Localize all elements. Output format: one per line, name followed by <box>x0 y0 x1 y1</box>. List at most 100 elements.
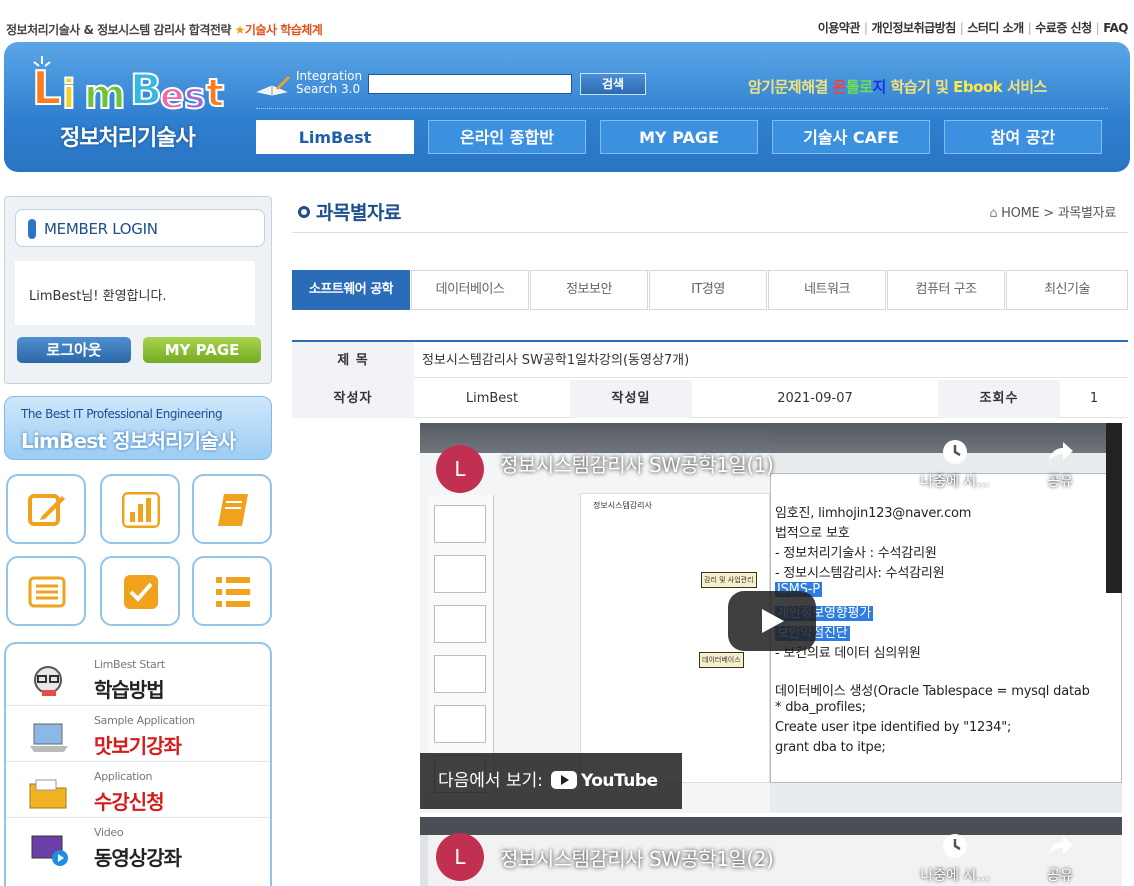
chevron-right-icon: > <box>1043 206 1054 221</box>
logout-button[interactable]: 로그아웃 <box>17 337 131 363</box>
author-label: 작성자 <box>292 380 414 418</box>
certificate-link[interactable]: 수료증 신청 <box>1035 21 1092 35</box>
utility-links: 이용약관 | 개인정보취급방침 | 스터디 소개 | 수료증 신청 | FAQ <box>817 21 1129 35</box>
youtube-wordmark: YouTube <box>580 771 658 791</box>
share-button[interactable]: 공유 <box>1032 831 1088 886</box>
share-arrow-icon <box>1049 442 1073 461</box>
tab-it-management[interactable]: IT경영 <box>649 270 767 310</box>
channel-avatar[interactable]: L <box>436 833 484 881</box>
watch-later-button[interactable]: 나중에 시... <box>912 831 998 886</box>
clock-icon <box>943 440 967 464</box>
search-label: Integration Search 3.0 <box>296 70 366 96</box>
site-slogan: 정보처리기술사 & 정보시스템 감리사 합격전략 ★기술사 학습체계 <box>6 21 323 38</box>
video-title[interactable]: 정보시스템감리사 SW공학1일(2) <box>500 843 774 872</box>
main-nav: LimBest 온라인 종합반 MY PAGE 기술사 CAFE 참여 공간 <box>256 120 1108 154</box>
quick-list[interactable] <box>6 556 86 626</box>
learn-item-apply[interactable]: Application 수강신청 <box>6 762 270 818</box>
logo-letter-t: t <box>206 71 224 114</box>
subject-tabs: 소프트웨어 공학 데이터베이스 정보보안 IT경영 네트워크 컴퓨터 구조 최신… <box>292 270 1128 310</box>
nav-online-course[interactable]: 온라인 종합반 <box>428 120 586 154</box>
tab-database[interactable]: 데이터베이스 <box>411 270 529 310</box>
youtube-player-1[interactable]: 정보시스템감리사 감리 및 사업관리 데이터베이스 임호진, limhojin1… <box>420 423 1122 813</box>
faq-link[interactable]: FAQ <box>1103 21 1128 35</box>
video-title[interactable]: 정보시스템감리사 SW공학1일(1) <box>500 449 774 478</box>
promo-ebook: Ebook <box>953 78 1003 96</box>
share-button[interactable]: 공유 <box>1032 437 1088 507</box>
breadcrumb-home[interactable]: HOME <box>1001 206 1040 221</box>
top-bar: 정보처리기술사 & 정보시스템 감리사 합격전략 ★기술사 학습체계 이용약관 |… <box>0 0 1134 42</box>
terms-link[interactable]: 이용약관 <box>818 21 861 35</box>
channel-avatar[interactable]: L <box>436 445 484 493</box>
slide-thumbnail <box>434 505 486 543</box>
student-icon <box>34 666 62 696</box>
learn-item-title: 수강신청 <box>94 790 165 814</box>
tab-network[interactable]: 네트워크 <box>768 270 886 310</box>
limbest-banner[interactable]: The Best IT Professional Engineering Lim… <box>4 396 272 460</box>
title-divider <box>292 232 1128 233</box>
quick-write[interactable] <box>6 474 86 544</box>
logo-letter-b: B <box>130 65 162 114</box>
breadcrumb-current: 과목별자료 <box>1057 206 1117 221</box>
slide-thumbnail <box>434 555 486 593</box>
tab-security[interactable]: 정보보안 <box>530 270 648 310</box>
member-login-box: MEMBER LOGIN LimBest님! 환영합니다. 로그아웃 MY PA… <box>4 196 272 384</box>
logo-letter-e: e <box>160 76 184 114</box>
checkbox-icon <box>124 575 158 609</box>
breadcrumb: ⌂ HOME > 과목별자료 <box>989 202 1116 221</box>
learn-item-title: 동영상강좌 <box>94 846 182 870</box>
slide-thumbnail <box>434 605 486 643</box>
learn-item-method[interactable]: LimBest Start 학습방법 <box>6 650 270 706</box>
share-arrow-icon <box>1049 836 1073 855</box>
privacy-link[interactable]: 개인정보취급방침 <box>871 21 956 35</box>
learn-item-title: 학습방법 <box>94 678 165 702</box>
promo-text[interactable]: 암기문제해결 온톨로지 학습기 및 Ebook 서비스 <box>748 76 1047 97</box>
nav-my-page[interactable]: MY PAGE <box>600 120 758 154</box>
slide-title: 정보시스템감리사 <box>593 501 652 510</box>
note-line: Create user itpe identified by "1234"; <box>775 720 1012 735</box>
book-icon <box>218 494 248 526</box>
study-intro-link[interactable]: 스터디 소개 <box>967 21 1024 35</box>
watch-on-youtube-button[interactable]: 다음에서 보기: YouTube <box>420 753 682 809</box>
tab-computer-architecture[interactable]: 컴퓨터 구조 <box>887 270 1005 310</box>
site-logo[interactable]: L i m B e s t 정보처리기술사 <box>26 50 236 160</box>
nav-participation[interactable]: 참여 공간 <box>944 120 1102 154</box>
nav-limbest[interactable]: LimBest <box>256 120 414 154</box>
search-button[interactable]: 검색 <box>580 73 646 95</box>
laptop-icon <box>30 723 68 752</box>
logo-subtitle: 정보처리기술사 <box>60 126 196 151</box>
logo-letter-s: s <box>184 76 205 114</box>
youtube-player-2[interactable]: L 정보시스템감리사 SW공학1일(2) 나중에 시... 공유 <box>420 817 1122 886</box>
note-line: 법적으로 보호 <box>775 526 850 541</box>
slide-thumbnail <box>434 705 486 743</box>
learn-item-sample[interactable]: Sample Application 맛보기강좌 <box>6 706 270 762</box>
learn-item-video[interactable]: Video 동영상강좌 <box>6 818 270 874</box>
learn-item-subtitle: Application <box>94 770 153 783</box>
my-page-button[interactable]: MY PAGE <box>143 337 261 363</box>
quick-check[interactable] <box>100 556 180 626</box>
subject-label: 제 목 <box>292 342 414 380</box>
play-button[interactable] <box>728 591 816 651</box>
login-title-text: MEMBER LOGIN <box>44 220 158 238</box>
welcome-panel: LimBest님! 환영합니다. <box>15 261 255 325</box>
slogan-highlight-link[interactable]: 기술사 학습체계 <box>245 23 323 37</box>
page-title: 과목별자료 <box>298 198 401 225</box>
menu-list-icon <box>216 577 250 607</box>
folder-icon <box>29 779 67 809</box>
quick-stats[interactable] <box>100 474 180 544</box>
search-input[interactable] <box>368 74 572 94</box>
watch-later-button[interactable]: 나중에 시... <box>912 437 998 507</box>
welcome-text: LimBest님! 환영합니다. <box>29 289 167 304</box>
views-label: 조회수 <box>938 380 1060 418</box>
quick-icon-grid <box>4 474 272 634</box>
lecture-notes-panel: 임호진, limhojin123@naver.com 법적으로 보호 - 정보처… <box>770 473 1122 783</box>
slogan-text: 정보처리기술사 & 정보시스템 감리사 합격전략 <box>6 23 231 37</box>
quick-book[interactable] <box>192 474 272 544</box>
quick-menu[interactable] <box>192 556 272 626</box>
key-icon <box>28 219 36 239</box>
nav-cafe[interactable]: 기술사 CAFE <box>772 120 930 154</box>
promo-on: 온 <box>832 78 847 96</box>
tab-software-engineering[interactable]: 소프트웨어 공학 <box>292 270 410 310</box>
post-author: LimBest <box>465 391 519 406</box>
tab-latest-tech[interactable]: 최신기술 <box>1006 270 1128 310</box>
promo-part1: 암기문제해결 <box>748 78 833 96</box>
